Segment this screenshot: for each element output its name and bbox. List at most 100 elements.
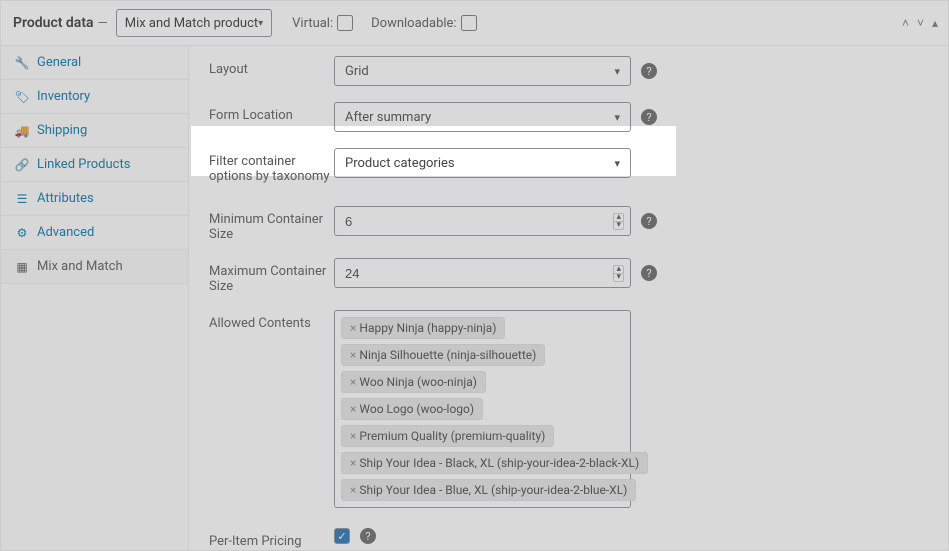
tag-icon: 🏷 (15, 90, 29, 104)
sidebar-item-inventory[interactable]: 🏷 Inventory (1, 80, 188, 114)
row-layout: Layout Grid ▾ ? (209, 56, 928, 86)
row-per-item-pricing: Per-Item Pricing ✓ ? (209, 528, 928, 549)
row-max-container: Maximum Container Size ▴ ▾ ? (209, 258, 928, 294)
remove-icon[interactable]: × (350, 429, 356, 443)
gear-icon: ⚙ (15, 226, 29, 240)
step-down-icon[interactable]: ▾ (614, 274, 623, 281)
min-container-input[interactable] (345, 214, 613, 229)
tag-item[interactable]: ×Happy Ninja (happy-ninja) (341, 317, 505, 339)
sidebar-item-linked-products[interactable]: 🔗 Linked Products (1, 148, 188, 182)
tag-text: Happy Ninja (happy-ninja) (359, 321, 496, 335)
tag-item[interactable]: ×Woo Ninja (woo-ninja) (341, 371, 486, 393)
product-type-value: Mix and Match product (125, 16, 258, 31)
tag-text: Premium Quality (premium-quality) (359, 429, 545, 443)
sidebar-item-shipping[interactable]: 🚚 Shipping (1, 114, 188, 148)
tag-item[interactable]: ×Ship Your Idea - Black, XL (ship-your-i… (341, 452, 648, 474)
max-stepper[interactable]: ▴ ▾ (613, 265, 624, 282)
form-location-value: After summary (345, 110, 614, 125)
row-min-container: Minimum Container Size ▴ ▾ ? (209, 206, 928, 242)
truck-icon: 🚚 (15, 124, 29, 138)
panel-body: 🔧 General 🏷 Inventory 🚚 Shipping 🔗 Linke… (1, 46, 948, 550)
header-options: Virtual: Downloadable: (292, 15, 476, 31)
per-item-pricing-checkbox[interactable]: ✓ (334, 528, 350, 544)
remove-icon[interactable]: × (350, 402, 356, 416)
panel-title: Product data (13, 15, 94, 31)
sidebar-label: Advanced (37, 225, 94, 240)
product-type-select[interactable]: Mix and Match product ▾ (116, 9, 272, 37)
min-container-input-wrap: ▴ ▾ (334, 206, 631, 236)
tag-text: Woo Ninja (woo-ninja) (359, 375, 477, 389)
downloadable-option: Downloadable: (371, 15, 476, 31)
virtual-label: Virtual: (292, 16, 333, 31)
tag-item[interactable]: ×Ninja Silhouette (ninja-silhouette) (341, 344, 545, 366)
form-location-select[interactable]: After summary ▾ (334, 102, 631, 132)
product-data-panel: Product data — Mix and Match product ▾ V… (0, 0, 949, 551)
form-location-label: Form Location (209, 102, 334, 123)
row-form-location: Form Location After summary ▾ ? (209, 102, 928, 132)
sidebar-item-advanced[interactable]: ⚙ Advanced (1, 216, 188, 250)
row-allowed-contents: Allowed Contents ×Happy Ninja (happy-nin… (209, 310, 928, 508)
collapse-up-icon[interactable]: ˄ (902, 16, 909, 30)
tag-item[interactable]: ×Premium Quality (premium-quality) (341, 425, 554, 447)
downloadable-checkbox[interactable] (461, 15, 477, 31)
remove-icon[interactable]: × (350, 456, 356, 470)
remove-icon[interactable]: × (350, 348, 356, 362)
chevron-down-icon: ▾ (614, 111, 620, 124)
help-icon[interactable]: ? (641, 63, 657, 79)
panel-header: Product data — Mix and Match product ▾ V… (1, 1, 948, 46)
wrench-icon: 🔧 (15, 56, 29, 70)
sidebar-label: Linked Products (37, 157, 130, 172)
sidebar-label: Attributes (37, 191, 94, 206)
allowed-contents-box[interactable]: ×Happy Ninja (happy-ninja) ×Ninja Silhou… (334, 310, 631, 508)
chevron-down-icon: ▾ (258, 18, 263, 29)
virtual-option: Virtual: (292, 15, 353, 31)
min-stepper[interactable]: ▴ ▾ (613, 213, 624, 230)
step-down-icon[interactable]: ▾ (614, 222, 623, 229)
downloadable-label: Downloadable: (371, 16, 456, 31)
sidebar: 🔧 General 🏷 Inventory 🚚 Shipping 🔗 Linke… (1, 46, 189, 550)
layout-value: Grid (345, 64, 614, 79)
grid-icon: ▦ (15, 260, 29, 274)
panel-header-icons: ˄ ˅ ▴ (902, 16, 938, 30)
max-label: Maximum Container Size (209, 258, 334, 294)
tag-text: Ship Your Idea - Black, XL (ship-your-id… (359, 456, 639, 470)
remove-icon[interactable]: × (350, 321, 356, 335)
tag-item[interactable]: ×Ship Your Idea - Blue, XL (ship-your-id… (341, 479, 636, 501)
help-icon[interactable]: ? (641, 109, 657, 125)
virtual-checkbox[interactable] (337, 15, 353, 31)
per-item-pricing-label: Per-Item Pricing (209, 528, 334, 549)
remove-icon[interactable]: × (350, 375, 356, 389)
layout-label: Layout (209, 56, 334, 77)
sidebar-item-general[interactable]: 🔧 General (1, 46, 188, 80)
min-label: Minimum Container Size (209, 206, 334, 242)
filter-label: Filter container options by taxonomy (209, 148, 334, 184)
max-container-input[interactable] (345, 266, 613, 281)
max-container-input-wrap: ▴ ▾ (334, 258, 631, 288)
help-icon[interactable]: ? (360, 528, 376, 544)
tag-text: Ship Your Idea - Blue, XL (ship-your-ide… (359, 483, 627, 497)
sidebar-label: Shipping (37, 123, 87, 138)
dash: — (98, 16, 108, 31)
filter-taxonomy-select[interactable]: Product categories ▾ (334, 148, 631, 178)
help-icon[interactable]: ? (641, 213, 657, 229)
sidebar-item-attributes[interactable]: ☰ Attributes (1, 182, 188, 216)
sidebar-item-mix-and-match[interactable]: ▦ Mix and Match (1, 250, 188, 284)
tag-text: Woo Logo (woo-logo) (359, 402, 474, 416)
link-icon: 🔗 (15, 158, 29, 172)
chevron-down-icon: ▾ (614, 157, 620, 170)
sidebar-label: Inventory (37, 89, 90, 104)
panel-toggle-icon[interactable]: ▴ (932, 16, 938, 30)
tag-item[interactable]: ×Woo Logo (woo-logo) (341, 398, 483, 420)
chevron-down-icon: ▾ (614, 65, 620, 78)
remove-icon[interactable]: × (350, 483, 356, 497)
filter-value: Product categories (345, 156, 614, 171)
check-icon: ✓ (337, 530, 346, 543)
layout-select[interactable]: Grid ▾ (334, 56, 631, 86)
content-area: Layout Grid ▾ ? Form Location After summ… (189, 46, 948, 550)
sidebar-label: General (37, 55, 81, 70)
help-icon[interactable]: ? (641, 265, 657, 281)
collapse-down-icon[interactable]: ˅ (917, 16, 924, 30)
list-icon: ☰ (15, 192, 29, 206)
tag-text: Ninja Silhouette (ninja-silhouette) (359, 348, 536, 362)
sidebar-label: Mix and Match (37, 259, 123, 274)
